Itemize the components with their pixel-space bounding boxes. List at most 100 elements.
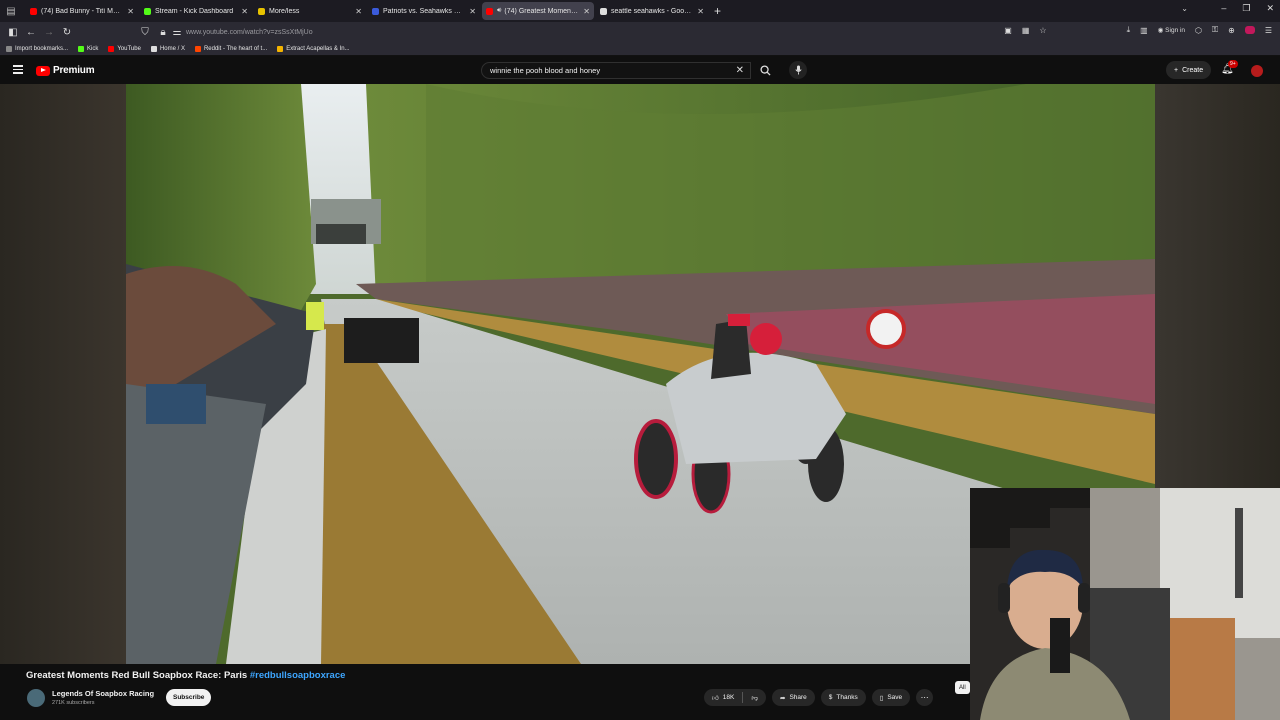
menu-icon[interactable]: ☰	[1265, 26, 1272, 35]
sidebar-icon[interactable]: ◧	[4, 27, 22, 38]
save-button[interactable]: ▯ Save	[871, 689, 911, 706]
restore-icon[interactable]: ❐	[1242, 3, 1250, 14]
browser-tab[interactable]: (74) Bad Bunny - Tití Me Pregu✕	[26, 2, 138, 20]
thanks-button[interactable]: $ Thanks	[820, 689, 866, 706]
search-input[interactable]: winnie the pooh blood and honey ✕	[481, 62, 751, 79]
toolbar-right: ▣ ▦ ☆ ⤓ ▥ ◉ Sign in ⬡ ⚿ ⊕ ☰	[1004, 25, 1272, 35]
youtube-play-logo-icon	[36, 65, 50, 76]
tab-title: More/less	[269, 7, 300, 15]
window-close-icon[interactable]: ✕	[1266, 3, 1274, 14]
bookmark-item[interactable]: Extract Acapellas & In...	[277, 45, 350, 52]
channel-name[interactable]: Legends Of Soapbox Racing	[52, 689, 154, 698]
tab-overview-icon[interactable]: ▤	[0, 0, 22, 22]
channel-avatar[interactable]	[27, 689, 45, 707]
tab-title: seattle seahawks - Google Sea	[611, 7, 694, 15]
url-field[interactable]: www.youtube.com/watch?v=zsSsXtMjUo	[186, 29, 313, 36]
mic-icon[interactable]	[789, 61, 807, 79]
back-icon[interactable]: ←	[22, 27, 40, 38]
bookmark-item[interactable]: YouTube	[108, 45, 141, 52]
tab-list-chevron-icon[interactable]: ⌄	[1181, 4, 1188, 13]
download-icon[interactable]: ⤓	[1127, 25, 1131, 35]
password-icon[interactable]: ⚿	[1212, 25, 1218, 35]
tab-close-icon[interactable]: ✕	[583, 7, 590, 16]
minimize-icon[interactable]: –	[1221, 3, 1226, 14]
tab-favicon-icon	[486, 7, 493, 15]
share-page-icon[interactable]: ⬡	[1195, 26, 1202, 35]
bookmark-item[interactable]: Home / X	[150, 45, 185, 52]
like-count[interactable]: 18K	[723, 694, 735, 701]
hashtag-link[interactable]: #redbullsoapboxrace	[250, 670, 346, 681]
tab-favicon-icon	[600, 7, 607, 15]
bookmark-item[interactable]: Import bookmarks...	[6, 45, 69, 52]
hamburger-menu-icon[interactable]	[13, 65, 23, 76]
browser-tab[interactable]: seattle seahawks - Google Sea✕	[596, 2, 708, 20]
extensions-icon[interactable]: ▥	[1140, 26, 1148, 35]
bookmark-label: Reddit - The heart of t...	[203, 45, 268, 52]
share-button[interactable]: ➦ Share	[771, 689, 815, 706]
bookmark-favicon-icon	[194, 45, 201, 52]
tab-close-icon[interactable]: ✕	[241, 7, 248, 16]
save-icon: ▯	[879, 694, 884, 702]
bookmark-label: Import bookmarks...	[15, 45, 69, 52]
bookmark-label: YouTube	[117, 45, 141, 52]
speaker-icon[interactable]: 🔊︎	[497, 7, 501, 15]
video-actions: 👍︎ 18K 👎︎ ➦ Share $ Thanks ▯ Save ⋯	[704, 689, 934, 706]
tab-title: (74) Bad Bunny - Tití Me Pregu	[41, 7, 124, 15]
bookmark-favicon-icon	[108, 45, 115, 52]
tab-title: (74) Greatest Moments Re	[504, 7, 580, 15]
tab-title: Stream - Kick Dashboard	[155, 7, 234, 15]
webcam-overlay	[970, 488, 1280, 720]
notification-badge: 9+	[1228, 60, 1238, 68]
puzzle-icon[interactable]: ⊕	[1228, 26, 1235, 35]
like-icon[interactable]: 👍︎	[712, 694, 719, 702]
forward-icon[interactable]: →	[40, 27, 58, 38]
shield-icon[interactable]: ⛉	[136, 27, 154, 38]
bookmark-favicon-icon	[277, 45, 284, 52]
tab-close-icon[interactable]: ✕	[127, 7, 134, 16]
dislike-icon[interactable]: 👎︎	[751, 694, 758, 702]
more-icon[interactable]: ⋯	[916, 689, 934, 706]
bookmark-item[interactable]: Kick	[78, 45, 98, 52]
chip-all[interactable]: All	[955, 681, 970, 694]
browser-tab[interactable]: 🔊︎ (74) Greatest Moments Re ✕	[482, 2, 594, 20]
subscriber-count: 271K subscribers	[52, 700, 95, 706]
avatar[interactable]	[1251, 65, 1263, 77]
window-controls: – ❐ ✕	[1221, 3, 1274, 14]
reload-icon[interactable]: ↻	[58, 27, 76, 38]
browser-tab[interactable]: More/less ✕	[254, 2, 366, 20]
subscribe-button[interactable]: Subscribe	[166, 689, 212, 706]
tab-close-icon[interactable]: ✕	[469, 7, 476, 16]
picture-icon[interactable]: ▦	[1022, 26, 1030, 35]
tab-favicon-icon	[258, 7, 265, 15]
bookmark-item[interactable]: Reddit - The heart of t...	[194, 45, 268, 52]
bookmarks-bar: Import bookmarks... Kick YouTube Home / X Re…	[0, 42, 1280, 56]
browser-tab[interactable]: Patriots vs. Seahawks Odds & F ✕	[368, 2, 480, 20]
tab-favicon-icon	[372, 7, 379, 15]
close-icon[interactable]: ✕	[736, 65, 744, 76]
share-label: Share	[789, 694, 807, 701]
youtube-premium-logo[interactable]: Premium	[36, 65, 95, 76]
sign-in-button[interactable]: ◉ Sign in	[1158, 26, 1185, 34]
lock-icon: 🔒︎	[160, 26, 166, 38]
ambient-right	[1155, 84, 1280, 488]
browser-tab-bar: ▤ (74) Bad Bunny - Tití Me Pregu✕Stream …	[0, 0, 1280, 22]
thanks-icon: $	[828, 694, 833, 701]
thanks-label: Thanks	[836, 694, 858, 701]
webcam-frame	[970, 488, 1280, 720]
new-tab-icon[interactable]: +	[714, 4, 721, 18]
tab-close-icon[interactable]: ✕	[697, 7, 704, 16]
search-icon[interactable]	[751, 62, 779, 79]
bell-icon[interactable]: 🔔︎ 9+	[1221, 60, 1238, 75]
create-button[interactable]: + Create	[1166, 61, 1212, 79]
tab-close-icon[interactable]: ✕	[355, 7, 362, 16]
video-title: Greatest Moments Red Bull Soapbox Race: …	[26, 670, 345, 681]
plus-icon: +	[1174, 66, 1179, 74]
youtube-header: Premium winnie the pooh blood and honey …	[0, 56, 1280, 84]
bookmark-star-icon[interactable]: ☆	[1039, 26, 1046, 35]
logo-text: Premium	[53, 65, 95, 76]
recording-icon[interactable]	[1244, 26, 1255, 34]
ambient-left	[0, 84, 126, 664]
reader-view-icon[interactable]: ▣	[1004, 26, 1012, 35]
browser-tab[interactable]: Stream - Kick Dashboard ✕	[140, 2, 252, 20]
page-settings-icon[interactable]: ⚌	[172, 27, 182, 38]
